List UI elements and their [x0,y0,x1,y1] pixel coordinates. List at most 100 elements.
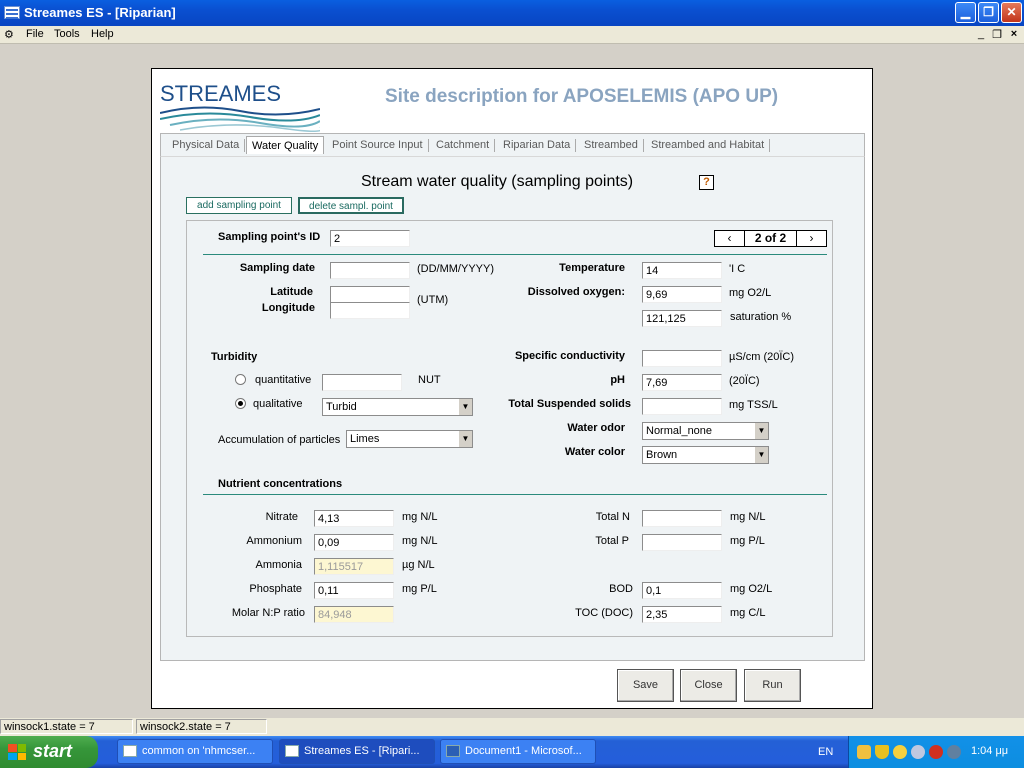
dropdown-arrow-icon[interactable]: ▼ [458,431,472,447]
tab-water-quality[interactable]: Water Quality [246,136,325,154]
status-bar: winsock1.state = 7 winsock2.state = 7 [0,718,1024,736]
antivirus-icon[interactable] [929,745,943,759]
bod-label: BOD [609,583,633,595]
app-icon [285,745,299,757]
section-title: Stream water quality (sampling points) [361,173,634,190]
total-p-unit: mg P/L [730,535,765,547]
folder-icon [123,745,137,757]
mdi-minimize-button[interactable]: _ [973,28,989,42]
temperature-label: Temperature [559,262,625,274]
temperature-field[interactable]: 14 [642,262,722,279]
tss-field[interactable] [642,398,722,415]
menu-tools[interactable]: Tools [54,28,80,40]
taskbar-item-label: Document1 - Microsof... [465,745,582,757]
tab-catchment[interactable]: Catchment [431,139,496,152]
tab-point-source-input[interactable]: Point Source Input [327,139,429,152]
total-p-field[interactable] [642,534,722,551]
shield-icon[interactable] [875,745,889,759]
tab-physical-data[interactable]: Physical Data [167,139,246,152]
accumulation-select[interactable]: Limes ▼ [346,430,473,448]
next-record-button[interactable]: › [796,231,826,246]
mdi-close-button[interactable]: × [1006,28,1022,42]
dropdown-arrow-icon[interactable]: ▼ [754,447,768,463]
dissolved-oxygen-label: Dissolved oxygen: [527,286,625,298]
toc-field[interactable]: 2,35 [642,606,722,623]
network-icon[interactable] [911,745,925,759]
turbidity-qualitative-select[interactable]: Turbid ▼ [322,398,473,416]
close-button[interactable]: Close [680,669,737,702]
ammonium-field[interactable]: 0,09 [314,534,394,551]
mdi-child-icon[interactable]: ⚙ [4,28,18,41]
tab-streambed-habitat[interactable]: Streambed and Habitat [646,139,771,152]
record-counter: 2 of 2 [754,231,787,245]
add-sampling-point-button[interactable]: add sampling point [186,197,292,214]
coordinates-unit: (UTM) [417,294,449,306]
temperature-unit: 'I C [729,263,746,275]
water-odor-select[interactable]: Normal_none ▼ [642,422,769,440]
status-pane-winsock1: winsock1.state = 7 [0,719,133,734]
menu-file[interactable]: File [26,28,44,40]
total-n-field[interactable] [642,510,722,527]
bod-field[interactable]: 0,1 [642,582,722,599]
taskbar-item-streames[interactable]: Streames ES - [Ripari... [279,739,435,764]
menu-bar: ⚙ File Tools Help _ ❐ × [0,26,1024,44]
language-indicator[interactable]: EN [818,746,833,758]
mdi-restore-button[interactable]: ❐ [989,28,1005,42]
longitude-field[interactable] [330,302,410,319]
minimize-button[interactable]: ▁ [955,2,976,23]
messenger-icon[interactable] [893,745,907,759]
menu-help[interactable]: Help [91,28,114,40]
close-window-button[interactable]: ✕ [1001,2,1022,23]
conductivity-unit: µS/cm (20ÏC) [729,351,795,363]
nitrate-unit: mg N/L [402,511,438,523]
sampling-date-field[interactable] [330,262,410,279]
water-odor-label: Water odor [567,422,625,434]
molar-np-field: 84,948 [314,606,394,623]
water-quality-panel: Stream water quality (sampling points) ?… [160,157,865,661]
dropdown-arrow-icon[interactable]: ▼ [754,423,768,439]
ammonia-unit: µg N/L [402,559,435,571]
conductivity-field[interactable] [642,350,722,367]
start-button[interactable]: start [0,736,98,768]
nutrient-section-title: Nutrient concentrations [218,478,343,490]
dissolved-oxygen-unit: mg O2/L [729,287,772,299]
help-icon[interactable]: ? [699,175,714,190]
latitude-label: Latitude [270,286,313,298]
quantitative-radio[interactable] [235,374,246,385]
ammonium-label: Ammonium [246,535,302,547]
mail-icon[interactable] [857,745,871,759]
riparian-form: STREAMES Site description for APOSELEMIS… [151,68,873,709]
qualitative-radio[interactable] [235,398,246,409]
divider [203,494,827,495]
save-button[interactable]: Save [617,669,674,702]
sampling-id-field[interactable]: 2 [330,230,410,247]
phosphate-field[interactable]: 0,11 [314,582,394,599]
ph-field[interactable]: 7,69 [642,374,722,391]
previous-record-button[interactable]: ‹ [715,231,745,246]
phosphate-unit: mg P/L [402,583,437,595]
saturation-field[interactable]: 121,125 [642,310,722,327]
title-bar: Streames ES - [Riparian] ▁ ❐ ✕ [0,0,1024,26]
longitude-label: Longitude [261,302,315,314]
tab-riparian-data[interactable]: Riparian Data [498,139,577,152]
app-icon[interactable] [4,6,20,19]
nitrate-field[interactable]: 4,13 [314,510,394,527]
turbidity-quantitative-field[interactable] [322,374,402,391]
delete-sampling-point-button[interactable]: delete sampl. point [298,197,404,214]
taskbar-item-document1[interactable]: Document1 - Microsof... [440,739,596,764]
restore-button[interactable]: ❐ [978,2,999,23]
taskbar-item-label: Streames ES - [Ripari... [304,745,420,757]
tss-unit: mg TSS/L [729,399,778,411]
accumulation-value: Limes [350,433,380,445]
turbidity-qualitative-value: Turbid [326,401,357,413]
taskbar-item-common[interactable]: common on 'nhmcser... [117,739,273,764]
turbidity-label: Turbidity [211,351,258,363]
run-button[interactable]: Run [744,669,801,702]
dissolved-oxygen-field[interactable]: 9,69 [642,286,722,303]
window-title: Streames ES - [Riparian] [24,5,176,20]
tab-streambed[interactable]: Streambed [579,139,644,152]
water-color-select[interactable]: Brown ▼ [642,446,769,464]
latitude-field[interactable] [330,286,410,303]
total-n-label: Total N [595,511,630,523]
volume-icon[interactable] [947,745,961,759]
